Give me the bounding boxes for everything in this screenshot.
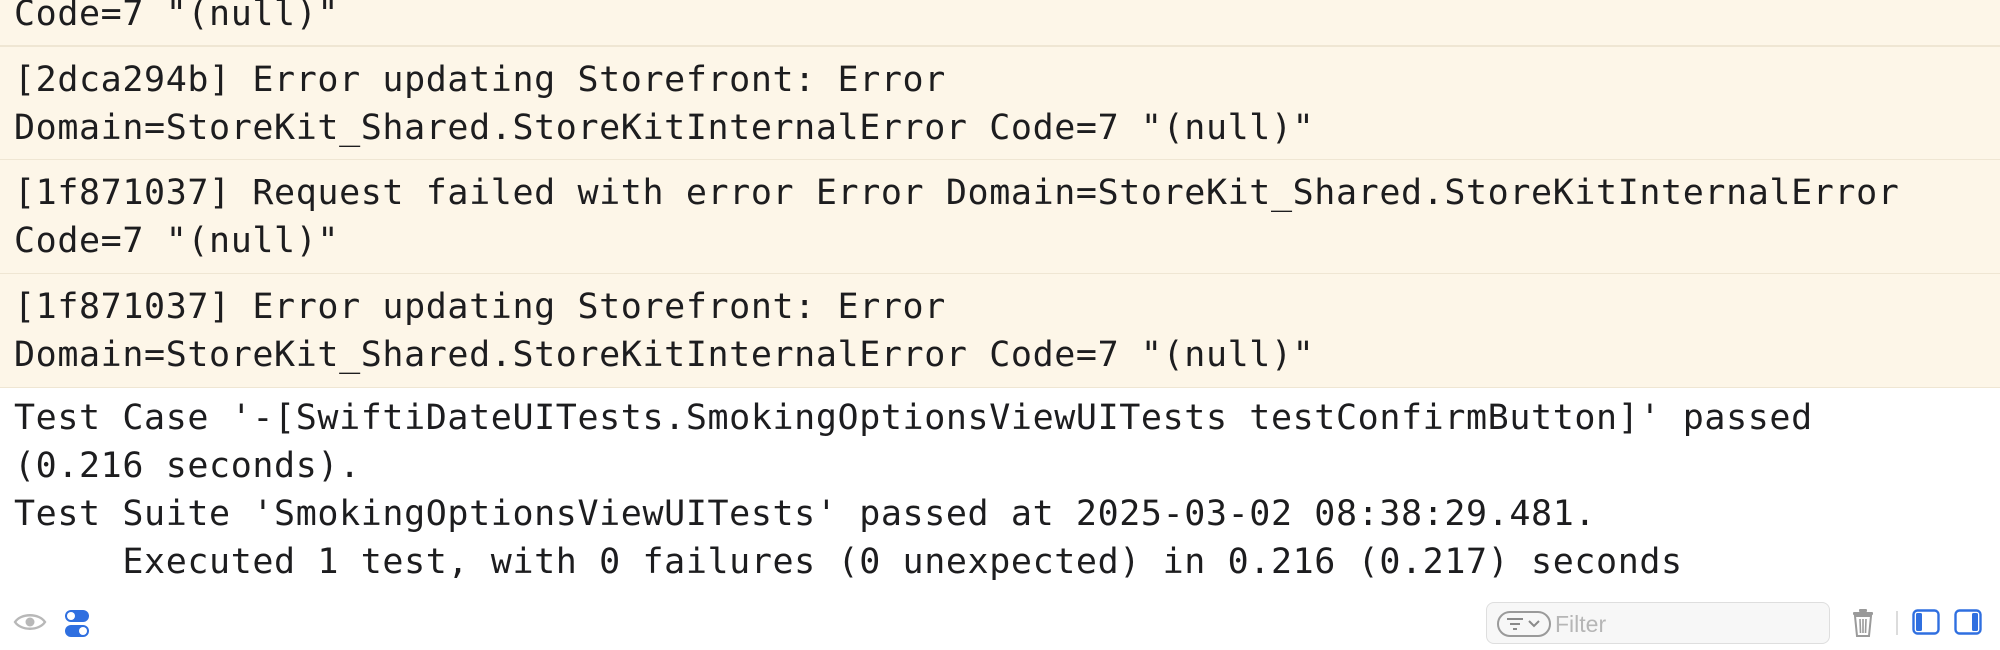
- console-entry-warning: [1f871037] Request failed with error Err…: [0, 160, 2000, 274]
- console-line: Domain=StoreKit_Shared.StoreKitInternalE…: [14, 108, 1315, 148]
- console-line: [1f871037] Request failed with error Err…: [14, 173, 1900, 213]
- filter-field[interactable]: [1486, 602, 1830, 644]
- console-line: Code=7 "(null)": [14, 221, 340, 261]
- console-line: Test Suite 'SmokingOptionsViewUITests' p…: [14, 494, 1597, 534]
- console-line: Test Case '-[SwiftiDateUITests.SmokingOp…: [14, 398, 1813, 438]
- console-entry-plain: Test Case '-[SwiftiDateUITests.SmokingOp…: [0, 388, 2000, 585]
- console-line: [2dca294b] Error updating Storefront: Er…: [14, 60, 946, 100]
- console-line: (0.216 seconds).: [14, 446, 361, 486]
- switches-icon[interactable]: [62, 607, 92, 641]
- filter-input[interactable]: [1555, 609, 1815, 639]
- trash-icon[interactable]: [1848, 605, 1878, 641]
- console-line: Code=7 "(null)": [14, 0, 340, 34]
- console-entry-warning: [2dca294b] Error updating Storefront: Er…: [0, 46, 2000, 160]
- filter-lines-chevron-icon[interactable]: [1497, 611, 1551, 637]
- console-toolbar: [0, 585, 2000, 650]
- console-line: Domain=StoreKit_Shared.StoreKitInternalE…: [14, 335, 1315, 375]
- console-entry-warning: Code=7 "(null)": [0, 0, 2000, 46]
- toolbar-divider: [1896, 611, 1898, 635]
- left-panel-icon[interactable]: [1910, 607, 1942, 637]
- console-line: Executed 1 test, with 0 failures (0 unex…: [14, 542, 1683, 582]
- console-output[interactable]: Code=7 "(null)" [2dca294b] Error updatin…: [0, 0, 2000, 585]
- eye-icon[interactable]: [12, 607, 48, 637]
- console-line: [1f871037] Error updating Storefront: Er…: [14, 287, 946, 327]
- console-entry-warning: [1f871037] Error updating Storefront: Er…: [0, 274, 2000, 388]
- right-panel-icon[interactable]: [1952, 607, 1984, 637]
